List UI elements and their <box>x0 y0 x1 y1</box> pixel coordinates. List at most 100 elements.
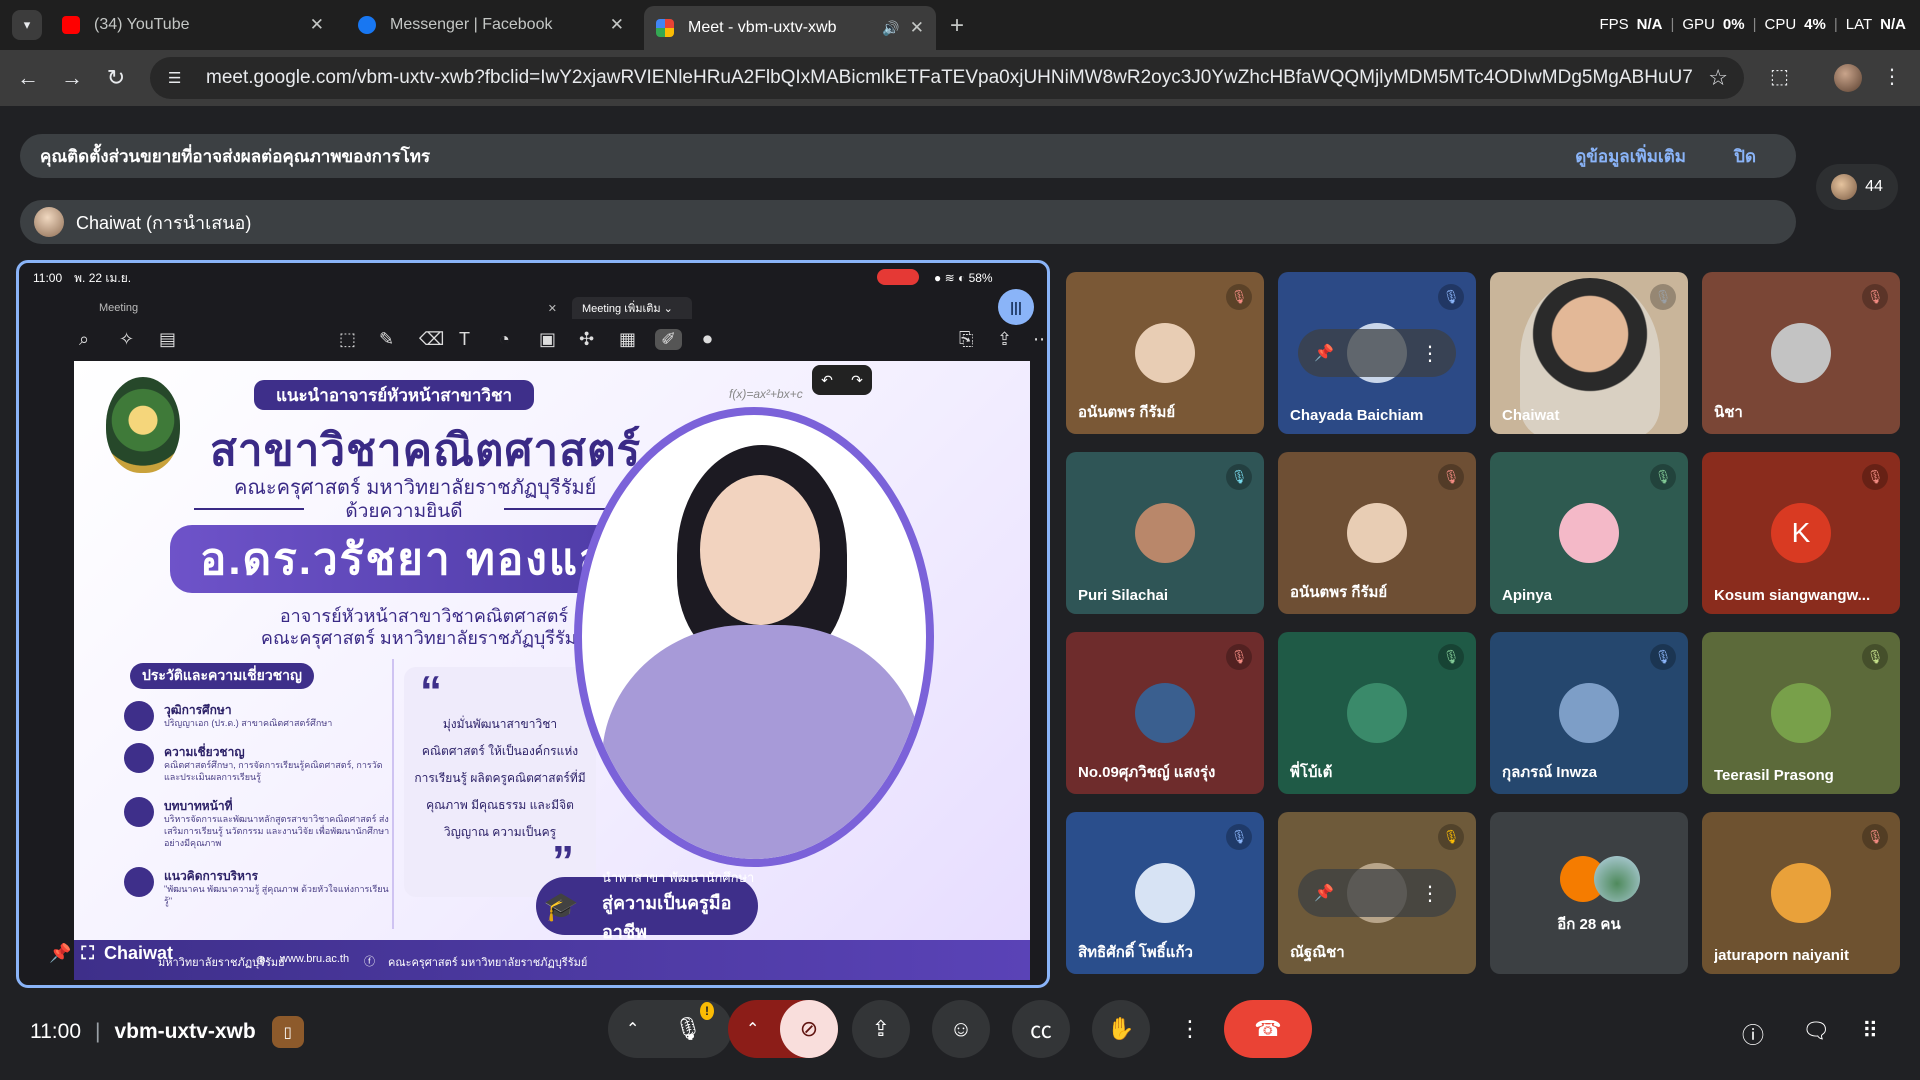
participant-name: นิชา <box>1714 404 1743 421</box>
participant-tile[interactable]: 🎙 Teerasil Prasong <box>1702 632 1900 794</box>
participant-tile[interactable]: 📌 ⋮ 🎙 Chayada Baichiam <box>1278 272 1476 434</box>
participant-tile[interactable]: 🎙 พี่โบ้เต้ <box>1278 632 1476 794</box>
notes-tab-label: Meeting เพิ่มเติม ⌄ <box>582 303 673 315</box>
more-icon[interactable]: ⋮ <box>1420 881 1440 906</box>
participant-tile[interactable]: 🎙 อนันตพร กีรัมย์ <box>1278 452 1476 614</box>
url-text[interactable]: meet.google.com/vbm-uxtv-xwb?fbclid=IwY2… <box>206 67 1692 89</box>
audio-options-icon[interactable]: ⌃ <box>626 1019 639 1039</box>
reload-icon[interactable]: ↻ <box>102 64 130 92</box>
present-screen-icon[interactable]: ⇪ <box>852 1000 910 1058</box>
globe-icon: ◍ <box>256 954 266 966</box>
text-icon: T <box>459 328 470 349</box>
portrait-body <box>602 625 922 859</box>
participant-tile[interactable]: 🎙 Puri Silachai <box>1066 452 1264 614</box>
fullscreen-icon[interactable]: ⛶ <box>81 943 94 964</box>
recording-indicator <box>877 269 919 285</box>
notes-app-toolbar: ⌕ ✧ ▤ ⬚ ✎ ⌫ T ◔ ▣ ✣ ▦ ✐ ⏺ ⎘ ⇪ ⋯ <box>39 321 1047 357</box>
graduation-cap-icon: 🎓 <box>543 890 579 922</box>
close-tab-icon[interactable]: ✕ <box>910 18 924 38</box>
info-icon[interactable]: ⓘ <box>1742 1018 1764 1050</box>
activities-icon[interactable]: ⠿ <box>1862 1018 1878 1044</box>
banner-text: คุณติดตั้งส่วนขยายที่อาจส่งผลต่อคุณภาพขอ… <box>40 146 431 166</box>
tab-title: Meet - vbm-uxtv-xwb <box>688 19 837 36</box>
participant-tile[interactable]: 🎙 นิชา <box>1702 272 1900 434</box>
site-info-icon[interactable]: ☰ <box>168 69 188 87</box>
participant-avatar <box>1831 174 1858 200</box>
participant-tile[interactable]: K 🎙 Kosum siangwangw... <box>1702 452 1900 614</box>
forward-icon[interactable]: → <box>58 64 86 92</box>
info-item-desc: ปริญญาเอก (ปร.ด.) สาขาคณิตศาสตร์ศึกษา <box>164 718 333 728</box>
participant-tile[interactable]: 🎙 jaturaporn naiyanit <box>1702 812 1900 974</box>
lasso-icon: ⬚ <box>339 328 357 349</box>
host-controls-icon[interactable]: ▯ <box>271 1016 304 1048</box>
dismiss-banner-button[interactable]: ปิด <box>1734 143 1756 170</box>
warning-badge-icon: ! <box>700 1002 714 1020</box>
shape-icon: ◔ <box>499 328 510 349</box>
more-icon[interactable]: ⋮ <box>1420 341 1440 366</box>
participant-tile[interactable]: อีก 28 คน <box>1490 812 1688 974</box>
tab-search-dropdown[interactable]: ▾ <box>12 10 42 40</box>
mic-control-group: ⌃ 🎙 ! <box>608 1000 732 1058</box>
captions-icon[interactable]: ㏄ <box>1012 1000 1070 1058</box>
participant-avatar <box>1771 323 1831 383</box>
participant-tile[interactable]: 🎙 กุลภรณ์ Inwza <box>1490 632 1688 794</box>
participants-button[interactable]: 44 <box>1816 164 1898 210</box>
book-icon <box>124 797 154 827</box>
extensions-icon[interactable]: ⬚ <box>1770 64 1789 89</box>
quote-text: มุ่งมั่นพัฒนาสาขาวิชาคณิตศาสตร์ ให้เป็นอ… <box>414 717 586 839</box>
elements-icon: ✣ <box>579 328 595 349</box>
mic-muted-icon: 🎙 <box>1862 644 1888 670</box>
participant-tile[interactable]: 📌 ⋮ 🎙 ณัฐณิชา <box>1278 812 1476 974</box>
participant-name: อนันตพร กีรัมย์ <box>1078 404 1176 421</box>
mic-muted-icon: 🎙 <box>1226 464 1252 490</box>
pin-icon[interactable]: 📌 <box>49 943 71 964</box>
lat-label: LAT <box>1845 16 1873 33</box>
tab-meet[interactable]: Meet - vbm-uxtv-xwb 🔊 ✕ <box>644 6 936 50</box>
microphone-icon[interactable]: 🎙 <box>674 1016 702 1042</box>
bookmark-star-icon[interactable]: ☆ <box>1708 65 1728 91</box>
pin-icon[interactable]: 📌 <box>1314 343 1334 363</box>
mic-muted-icon: 🎙 <box>1438 824 1464 850</box>
end-call-icon[interactable]: ☎ <box>1224 1000 1312 1058</box>
pin-icon[interactable]: 📌 <box>1314 883 1334 903</box>
menu-kebab-icon[interactable]: ⋮ <box>1882 64 1902 89</box>
more-options-icon[interactable]: ⋮ <box>1168 1000 1212 1058</box>
emoji-icon[interactable]: ☺ <box>932 1000 990 1058</box>
participant-avatar <box>1135 683 1195 743</box>
tab-messenger[interactable]: Messenger | Facebook ✕ <box>346 6 636 44</box>
tab-youtube[interactable]: (34) YouTube ✕ <box>50 6 336 44</box>
facebook-icon <box>358 16 376 34</box>
close-tab-icon[interactable]: ✕ <box>310 15 324 35</box>
slide-footer: มหาวิทยาลัยราชภัฏบุรีรัมย์ ◍ www.bru.ac.… <box>74 940 1030 980</box>
participant-tile[interactable]: 🎙 อนันตพร กีรัมย์ <box>1066 272 1264 434</box>
participant-tile[interactable]: 🎙 No.09ศุภวิชญ์ แสงรุ่ง <box>1066 632 1264 794</box>
address-bar[interactable]: ☰ meet.google.com/vbm-uxtv-xwb?fbclid=Iw… <box>150 57 1744 99</box>
ipad-date: พ. 22 เม.ย. <box>74 270 132 285</box>
tile-hover-controls: 📌 ⋮ <box>1298 869 1456 917</box>
ipad-battery: ● ≋ ◐ 58% <box>934 271 993 285</box>
profile-avatar[interactable] <box>1834 64 1862 92</box>
participant-name: พี่โบ้เต้ <box>1290 764 1333 781</box>
participant-tile[interactable]: 🎙 Apinya <box>1490 452 1688 614</box>
back-icon[interactable]: ← <box>14 64 42 92</box>
pen-icon: ✎ <box>379 328 395 349</box>
footer-website: www.bru.ac.th <box>280 953 350 965</box>
participant-tile[interactable]: 🎙 Chaiwat <box>1490 272 1688 434</box>
open-quote-icon: “ <box>420 667 442 716</box>
audio-playing-icon[interactable]: 🔊 <box>882 20 899 37</box>
video-options-icon[interactable]: ⌃ <box>746 1019 759 1039</box>
participant-tile[interactable]: 🎙 สิทธิศักดิ์ โพธิ์แก้ว <box>1066 812 1264 974</box>
learn-more-link[interactable]: ดูข้อมูลเพิ่มเติม <box>1575 143 1686 170</box>
facebook-icon: ⓕ <box>364 956 375 968</box>
footer-university: มหาวิทยาลัยราชภัฏบุรีรัมย์ <box>158 957 285 969</box>
new-tab-button[interactable]: + <box>950 12 964 40</box>
presentation-tile[interactable]: 11:00 พ. 22 เม.ย. ● ≋ ◐ 58% ||| Meeting ✕… <box>16 260 1050 988</box>
close-tab-icon[interactable]: ✕ <box>610 15 624 35</box>
camera-off-icon[interactable]: ⊘ <box>780 1000 838 1058</box>
raise-hand-icon[interactable]: ✋ <box>1092 1000 1150 1058</box>
chat-icon[interactable]: 🗨 <box>1802 1018 1830 1044</box>
gpu-label: GPU <box>1682 16 1715 33</box>
presenter-avatar <box>34 207 64 237</box>
cpu-value: 4% <box>1804 16 1826 33</box>
participant-avatar <box>1559 683 1619 743</box>
